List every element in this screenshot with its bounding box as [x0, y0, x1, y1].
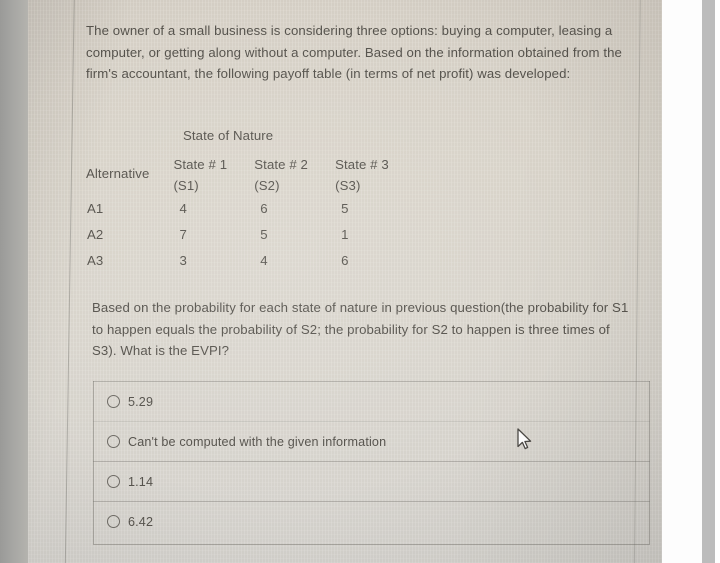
cell-a2-s1: 7 [179, 227, 187, 242]
question-intro-paragraph: The owner of a small business is conside… [86, 23, 622, 81]
table-row: A3 3 4 6 [86, 248, 416, 274]
answer-option-2-label: Can't be computed with the given informa… [128, 434, 387, 449]
payoff-table: Alternative State # 1 (S1) State # 2 (S2… [86, 154, 416, 274]
row-label-a2: A2 [87, 227, 104, 242]
cell-a3-s1: 3 [179, 253, 187, 268]
cell-a1-s3: 5 [341, 201, 349, 216]
answer-option-1[interactable]: 5.29 [93, 381, 650, 421]
question-prompt-paragraph: Based on the probability for each state … [92, 300, 629, 358]
page-content: The owner of a small business is conside… [28, 0, 662, 563]
cell-a1-s1: 4 [179, 201, 187, 216]
column-header-state-3: State # 3 (S3) [335, 154, 416, 196]
answer-option-3-label: 1.14 [128, 474, 154, 489]
state-of-nature-header: State of Nature [183, 128, 274, 143]
screenshot-photo: The owner of a small business is conside… [0, 0, 720, 563]
radio-button-icon[interactable] [107, 515, 120, 528]
column-header-state-2-line2: (S2) [254, 178, 280, 193]
table-row: A2 7 5 1 [86, 222, 416, 248]
column-header-alternative: Alternative [86, 166, 150, 181]
payoff-table-head: Alternative State # 1 (S1) State # 2 (S2… [86, 154, 416, 196]
column-header-state-1: State # 1 (S1) [173, 154, 254, 196]
row-label-a3: A3 [87, 253, 104, 268]
answer-option-3[interactable]: 1.14 [93, 461, 650, 501]
column-header-state-2: State # 2 (S2) [254, 154, 335, 196]
paper-page: The owner of a small business is conside… [28, 0, 662, 563]
cell-a1-s2: 6 [260, 201, 268, 216]
cell-a2-s3: 1 [341, 227, 349, 242]
cell-a2-s2: 5 [260, 227, 268, 242]
answer-option-2[interactable]: Can't be computed with the given informa… [93, 421, 650, 461]
payoff-table-header-row: Alternative State # 1 (S1) State # 2 (S2… [86, 154, 416, 196]
payoff-table-body: A1 4 6 5 A2 7 5 1 A3 3 4 6 [86, 196, 416, 274]
page-right-margin [660, 0, 702, 563]
radio-button-icon[interactable] [107, 475, 120, 488]
answer-options-list: 5.29 Can't be computed with the given in… [93, 381, 650, 541]
row-label-a1: A1 [87, 201, 104, 216]
column-header-state-3-line2: (S3) [335, 178, 361, 193]
column-header-state-3-line1: State # 3 [335, 157, 389, 172]
column-header-state-1-line2: (S1) [173, 178, 199, 193]
column-header-state-1-line1: State # 1 [173, 157, 228, 172]
table-row: A1 4 6 5 [86, 196, 416, 222]
answer-option-1-label: 5.29 [128, 394, 154, 409]
radio-button-icon[interactable] [107, 395, 120, 408]
column-header-state-2-line1: State # 2 [254, 157, 308, 172]
right-edge-strip [702, 0, 715, 563]
radio-button-icon[interactable] [107, 435, 120, 448]
answer-option-4[interactable]: 6.42 [93, 501, 650, 541]
left-edge-strip [0, 0, 28, 563]
answer-option-4-label: 6.42 [128, 514, 154, 529]
cell-a3-s3: 6 [341, 253, 349, 268]
cell-a3-s2: 4 [260, 253, 268, 268]
